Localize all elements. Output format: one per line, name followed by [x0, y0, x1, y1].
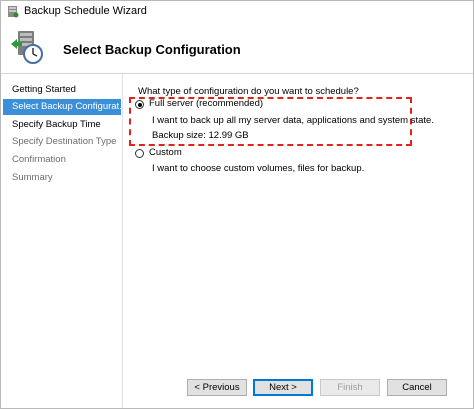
backup-schedule-wizard-window: Backup Schedule Wizard Select Backup Con… — [0, 0, 474, 409]
nav-step-confirmation: Confirmation — [12, 154, 66, 165]
wizard-header: Select Backup Configuration — [1, 23, 473, 69]
window-title: Backup Schedule Wizard — [24, 5, 147, 17]
nav-step-specify-backup-time[interactable]: Specify Backup Time — [3, 117, 121, 133]
next-button[interactable]: Next > — [253, 379, 313, 396]
configuration-question: What type of configuration do you want t… — [138, 86, 359, 97]
cancel-button[interactable]: Cancel — [387, 379, 447, 396]
nav-step-specify-destination-type: Specify Destination Type — [12, 136, 117, 147]
previous-button[interactable]: < Previous — [187, 379, 247, 396]
custom-label[interactable]: Custom — [149, 147, 182, 158]
nav-step-getting-started[interactable]: Getting Started — [3, 82, 121, 98]
backup-size-text: Backup size: 12.99 GB — [152, 130, 249, 141]
main-content: What type of configuration do you want t… — [124, 74, 473, 374]
title-bar: Backup Schedule Wizard — [1, 1, 473, 23]
full-server-description: I want to back up all my server data, ap… — [152, 115, 434, 126]
nav-step-summary: Summary — [12, 172, 53, 183]
backup-app-icon — [7, 5, 19, 18]
nav-step-select-backup-configuration[interactable]: Select Backup Configurat... — [3, 99, 121, 115]
full-server-label[interactable]: Full server (recommended) — [149, 98, 263, 109]
wizard-steps-nav: Getting Started Select Backup Configurat… — [1, 74, 123, 408]
finish-button: Finish — [320, 379, 380, 396]
page-title: Select Backup Configuration — [63, 42, 241, 57]
full-server-radio[interactable] — [135, 100, 144, 109]
custom-radio[interactable] — [135, 149, 144, 158]
backup-schedule-clock-icon — [9, 29, 45, 65]
custom-description: I want to choose custom volumes, files f… — [152, 163, 365, 174]
